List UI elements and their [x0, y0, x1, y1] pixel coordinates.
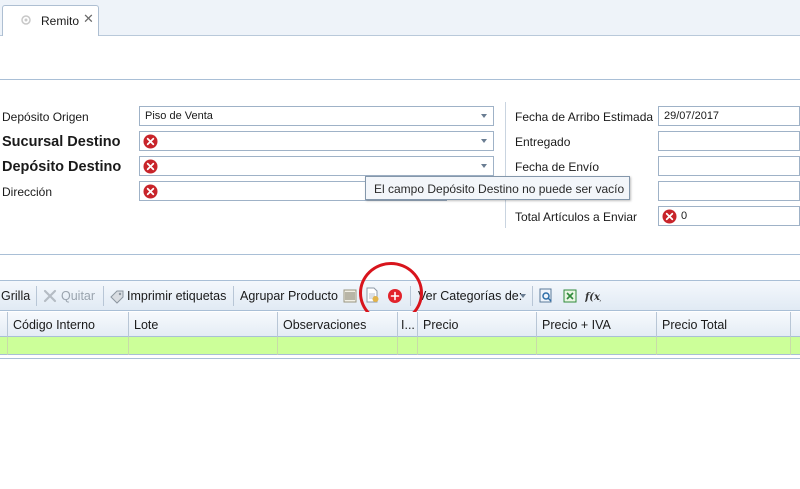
column-filler [790, 312, 800, 337]
chevron-down-icon[interactable] [481, 139, 487, 143]
table-row[interactable] [0, 337, 800, 355]
chevron-down-icon[interactable] [481, 164, 487, 168]
entregado-field[interactable] [658, 131, 800, 151]
column-precio-iva[interactable]: Precio + IVA [536, 312, 656, 337]
error-icon [143, 159, 158, 174]
column-lote[interactable]: Lote [128, 312, 277, 337]
label-tag-icon [110, 290, 124, 304]
direccion-label: Dirección [2, 185, 53, 199]
svg-text:f(x): f(x) [585, 292, 601, 303]
grid-bottom-border [0, 358, 800, 359]
excel-export-icon[interactable] [562, 288, 578, 304]
error-icon [143, 134, 158, 149]
chevron-down-icon [520, 294, 526, 298]
entregado-label: Entregado [515, 135, 571, 149]
error-icon [662, 209, 677, 224]
formula-icon[interactable]: f(x) [585, 288, 601, 304]
total-articulos-field[interactable]: 0 [658, 206, 800, 226]
gear-icon [21, 15, 31, 25]
ver-categorias-dropdown[interactable]: Ver Categorías de: [418, 281, 528, 310]
column-precio[interactable]: Precio [417, 312, 536, 337]
toolbar-separator [103, 286, 104, 306]
quitar-button[interactable]: Quitar [40, 281, 100, 310]
tab-strip: Remito ✕ [0, 0, 800, 36]
column-codigo-interno[interactable]: Código Interno [7, 312, 128, 337]
toolbar-separator [532, 286, 533, 306]
error-icon [143, 184, 158, 199]
tab-label: Remito [41, 14, 80, 28]
toolbar-separator [233, 286, 234, 306]
column-precio-total[interactable]: Precio Total [656, 312, 790, 337]
chevron-down-icon[interactable] [481, 114, 487, 118]
deposito-origen-select[interactable]: Piso de Venta [139, 106, 494, 126]
fecha-arribo-label: Fecha de Arribo Estimada [515, 110, 654, 124]
agrupar-producto-button[interactable]: Agrupar Producto [239, 281, 339, 310]
close-icon[interactable]: ✕ [83, 11, 94, 27]
toolbar-separator [36, 286, 37, 306]
sucursal-destino-select[interactable] [139, 131, 494, 151]
imprimir-etiquetas-button[interactable]: Imprimir etiquetas [108, 281, 230, 310]
sucursal-destino-label: Sucursal Destino [2, 134, 121, 150]
deposito-destino-select[interactable] [139, 156, 494, 176]
barcode-icon[interactable] [342, 288, 358, 304]
column-divider [505, 102, 506, 228]
divider [0, 254, 800, 255]
deposito-destino-label: Depósito Destino [2, 159, 122, 175]
column-observaciones[interactable]: Observaciones [277, 312, 397, 337]
tab-remito[interactable]: Remito ✕ [2, 5, 99, 36]
fecha-envio-label: Fecha de Envío [515, 160, 600, 174]
delete-x-icon [43, 289, 57, 303]
preview-icon[interactable] [538, 288, 554, 304]
validation-tooltip: El campo Depósito Destino no puede ser v… [365, 176, 630, 200]
deposito-origen-label: Depósito Origen [2, 110, 89, 124]
column-i[interactable]: I... [397, 312, 417, 337]
fecha-arribo-field[interactable]: 29/07/2017 [658, 106, 800, 126]
fecha-envio-field[interactable] [658, 156, 800, 176]
grilla-button[interactable]: Grilla [0, 281, 34, 310]
unlabeled-field[interactable] [658, 181, 800, 201]
total-articulos-label: Total Artículos a Enviar [515, 210, 638, 224]
divider [0, 79, 800, 80]
grid-header: Código Interno Lote Observaciones I... P… [0, 312, 800, 337]
